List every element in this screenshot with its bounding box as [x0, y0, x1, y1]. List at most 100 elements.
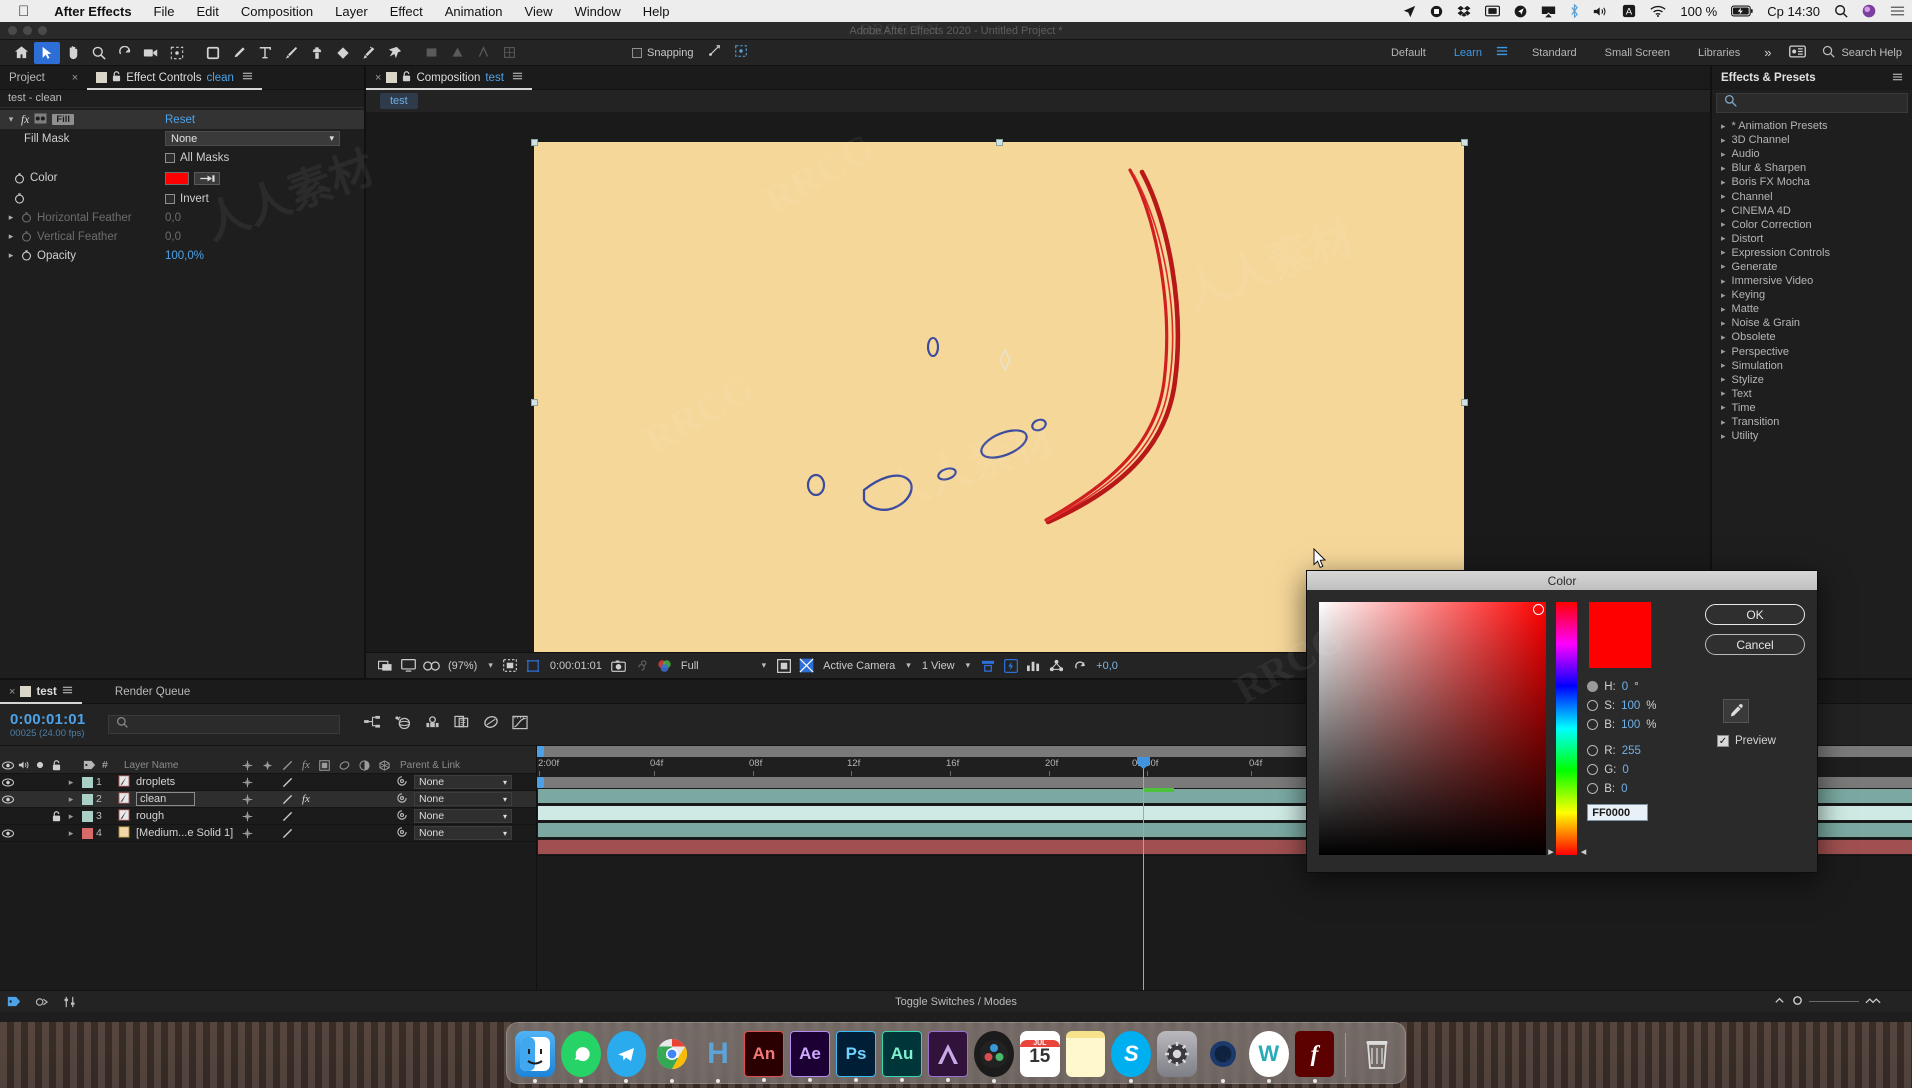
field-bb[interactable]: B: 0: [1587, 779, 1695, 798]
selection-handle-mr[interactable]: [1461, 399, 1468, 406]
twirl-right-icon[interactable]: ▸: [1721, 247, 1726, 258]
hamburger-icon[interactable]: [1496, 45, 1518, 60]
radio-s[interactable]: [1587, 700, 1599, 711]
menu-help[interactable]: Help: [632, 4, 681, 19]
ep-category-12[interactable]: ▸ Keying: [1712, 288, 1912, 302]
twirl-right-icon[interactable]: ▸: [1721, 177, 1726, 188]
search-icon[interactable]: [1827, 4, 1855, 18]
toggle-mask-icon[interactable]: [795, 658, 818, 673]
hue-slider-wrap[interactable]: ▸ ◂: [1548, 602, 1586, 858]
param-hfeather-left[interactable]: ▸ Horizontal Feather: [0, 212, 165, 224]
zoom-tool-icon[interactable]: [86, 42, 112, 64]
dock-item-system-preferences[interactable]: [1157, 1031, 1198, 1077]
parent-pickwhip-icon[interactable]: [396, 775, 408, 790]
param-opacity-left[interactable]: ▸ Opacity: [0, 250, 165, 262]
field-b[interactable]: B: 100 %: [1587, 715, 1695, 734]
dock-item-flash-player[interactable]: f: [1294, 1031, 1335, 1077]
cancel-button[interactable]: Cancel: [1705, 634, 1805, 655]
twirl-right-icon[interactable]: ▸: [1721, 219, 1726, 230]
twirl-right-icon[interactable]: ▸: [1721, 360, 1726, 371]
effect-header-left[interactable]: ▾ fx Fill: [0, 112, 165, 127]
parent-pickwhip-icon[interactable]: [396, 826, 408, 841]
menu-composition[interactable]: Composition: [230, 4, 324, 19]
radio-g[interactable]: [1587, 764, 1599, 775]
current-time-value[interactable]: 0:00:01:01: [545, 660, 607, 672]
effects-presets-header[interactable]: Effects & Presets: [1712, 66, 1912, 90]
preview-toggle[interactable]: ✓ Preview: [1717, 735, 1805, 747]
dock-item-w-app[interactable]: W: [1248, 1031, 1289, 1077]
twirl-right-icon[interactable]: ▸: [64, 811, 78, 822]
menu-effect[interactable]: Effect: [379, 4, 434, 19]
value-h[interactable]: 0: [1622, 681, 1628, 693]
macos-menu-bar[interactable]:  After Effects File Edit Composition La…: [0, 0, 1912, 22]
work-area-end-handle[interactable]: [537, 777, 544, 788]
clock-label[interactable]: Cp 14:30: [1760, 4, 1827, 19]
close-button[interactable]: [8, 26, 17, 35]
dropbox-icon[interactable]: [1450, 5, 1478, 18]
layer-switches[interactable]: fx: [236, 793, 396, 805]
zoom-slider-group[interactable]: [1773, 995, 1912, 1009]
layer-label-swatch[interactable]: [78, 810, 96, 822]
radio-bb[interactable]: [1587, 783, 1599, 794]
twirl-right-icon[interactable]: ▸: [1721, 374, 1726, 385]
timeline-link-icon[interactable]: [976, 659, 999, 673]
effect-reset-button[interactable]: Reset: [165, 114, 195, 126]
ep-category-6[interactable]: ▸ CINEMA 4D: [1712, 204, 1912, 218]
eyedropper-icon[interactable]: [194, 171, 220, 185]
twirl-right-icon[interactable]: ▸: [1721, 290, 1726, 301]
workspace-learn[interactable]: Learn: [1440, 47, 1496, 59]
twirl-right-icon[interactable]: ▸: [1721, 261, 1726, 272]
shape-tool-icon[interactable]: [200, 42, 226, 64]
zoom-slider-track[interactable]: [1809, 1001, 1859, 1002]
param-vfeather-left[interactable]: ▸ Vertical Feather: [0, 231, 165, 243]
selection-handle-tl[interactable]: [531, 139, 538, 146]
dock-item-houdini[interactable]: H: [698, 1031, 738, 1077]
menu-layer[interactable]: Layer: [324, 4, 379, 19]
magnification-value[interactable]: (97%): [443, 660, 482, 672]
ep-category-7[interactable]: ▸ Color Correction: [1712, 218, 1912, 232]
twirl-right-icon[interactable]: ▸: [1721, 276, 1726, 287]
color-controls[interactable]: [165, 171, 220, 185]
panel-menu-icon[interactable]: [512, 71, 523, 84]
home-icon[interactable]: [8, 42, 34, 64]
dock-item-photoshop[interactable]: Ps: [836, 1031, 877, 1077]
snapping-control[interactable]: Snapping: [632, 44, 748, 61]
roto-brush-tool-icon[interactable]: [356, 42, 382, 64]
layer-label-swatch[interactable]: [78, 776, 96, 788]
text-align-tool-icon[interactable]: [470, 42, 496, 64]
all-masks-checkbox[interactable]: [165, 152, 175, 163]
close-icon[interactable]: ×: [375, 72, 381, 84]
stopwatch-icon-invert[interactable]: [14, 193, 25, 204]
tab-timeline-test[interactable]: × test: [0, 680, 82, 704]
field-h[interactable]: H: 0 °: [1587, 677, 1695, 696]
draft-3d-icon[interactable]: [394, 715, 411, 735]
hide-shy-layers-icon[interactable]: [424, 715, 441, 734]
twirl-right-icon[interactable]: ▸: [1721, 431, 1726, 442]
layer-parent-cell[interactable]: None ▾: [396, 792, 536, 807]
twirl-right-icon[interactable]: ▸: [1721, 402, 1726, 413]
clone-stamp-tool-icon[interactable]: [304, 42, 330, 64]
twirl-right-icon[interactable]: ▸: [1721, 417, 1726, 428]
param-opacity-value[interactable]: 100,0%: [165, 250, 204, 262]
show-snapshot-icon[interactable]: [630, 659, 653, 672]
selection-tool-icon[interactable]: [34, 41, 60, 64]
layer-switches[interactable]: [236, 811, 396, 822]
twirl-right-icon[interactable]: ▸: [1721, 135, 1726, 146]
layer-parent-cell[interactable]: None ▾: [396, 826, 536, 841]
apple-icon[interactable]: : [18, 4, 29, 19]
workspace-default[interactable]: Default: [1377, 47, 1440, 59]
twirl-right-icon[interactable]: ▸: [1721, 163, 1726, 174]
fx-icon[interactable]: fx: [302, 793, 310, 805]
layer-name-cell[interactable]: droplets: [118, 774, 236, 790]
toggle-switches-modes-label[interactable]: Toggle Switches / Modes: [0, 996, 1912, 1008]
dock-item-finder[interactable]: [515, 1031, 555, 1077]
lock-icon[interactable]: [48, 759, 64, 771]
parent-dropdown[interactable]: None ▾: [414, 792, 512, 806]
pan-behind-tool-icon[interactable]: [164, 42, 190, 64]
effects-category-list[interactable]: ▸ * Animation Presets ▸ 3D Channel ▸ Audio …: [1712, 116, 1912, 443]
effect-name[interactable]: Fill: [52, 114, 75, 125]
panel-menu-icon[interactable]: [1892, 72, 1903, 85]
workspace-bar[interactable]: Default Learn Standard Small Screen Libr…: [1377, 44, 1912, 61]
hex-input[interactable]: FF0000: [1587, 804, 1649, 821]
cc-library-icon[interactable]: [1781, 44, 1814, 61]
